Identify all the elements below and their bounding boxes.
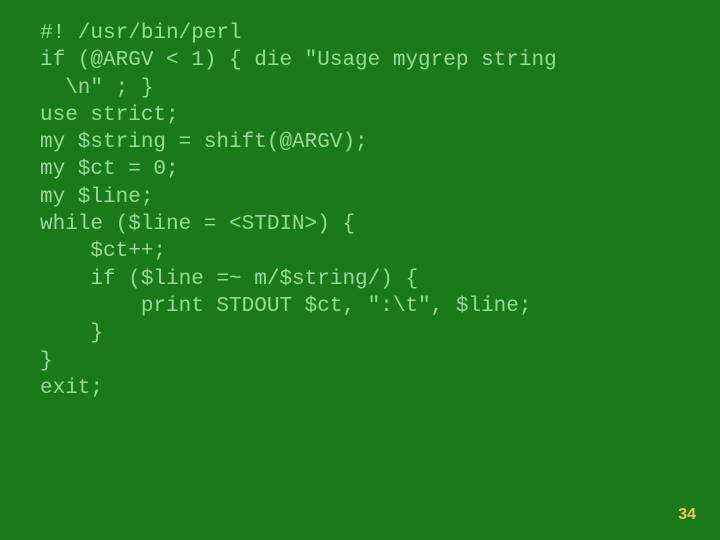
page-number: 34 xyxy=(678,506,696,524)
code-block: #! /usr/bin/perl if (@ARGV < 1) { die "U… xyxy=(40,20,680,402)
slide: #! /usr/bin/perl if (@ARGV < 1) { die "U… xyxy=(0,0,720,540)
